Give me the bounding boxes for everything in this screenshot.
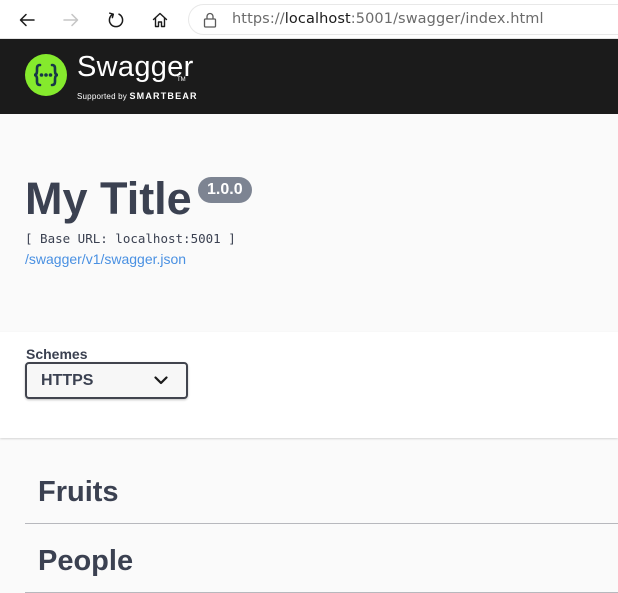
refresh-button[interactable] bbox=[102, 6, 130, 34]
schemes-container: Schemes HTTPS bbox=[0, 332, 618, 438]
version-badge: 1.0.0 bbox=[198, 177, 252, 203]
swagger-topbar: Swagger TM Supported by SMARTBEAR bbox=[0, 39, 618, 114]
base-url: [ Base URL: localhost:5001 ] bbox=[25, 231, 236, 246]
browser-toolbar: https://localhost:5001/swagger/index.htm… bbox=[0, 0, 618, 39]
arrow-left-icon bbox=[19, 13, 35, 27]
api-info: My Title 1.0.0 [ Base URL: localhost:500… bbox=[0, 114, 618, 332]
back-button[interactable] bbox=[13, 6, 41, 34]
chevron-down-icon bbox=[154, 376, 168, 385]
trademark-mark: TM bbox=[177, 77, 186, 83]
arrow-right-icon bbox=[63, 13, 79, 27]
url-host: localhost bbox=[284, 11, 351, 27]
tag-name: Fruits bbox=[38, 476, 119, 508]
home-icon bbox=[152, 12, 168, 28]
schemes-select[interactable]: HTTPS bbox=[25, 362, 188, 399]
tag-section-fruits[interactable]: Fruits bbox=[25, 455, 618, 524]
schemes-selected-value: HTTPS bbox=[41, 372, 94, 389]
smartbear-brand: SMARTBEAR bbox=[129, 91, 198, 101]
api-title: My Title bbox=[25, 173, 192, 224]
swagger-logo-icon bbox=[25, 54, 67, 96]
address-bar[interactable]: https://localhost:5001/swagger/index.htm… bbox=[188, 4, 618, 35]
curly-braces-icon bbox=[33, 63, 59, 87]
supported-by-label: Supported by bbox=[77, 92, 127, 101]
tag-section-people[interactable]: People bbox=[25, 524, 618, 593]
forward-button[interactable] bbox=[57, 6, 85, 34]
tag-name: People bbox=[38, 545, 134, 577]
swagger-json-link[interactable]: /swagger/v1/swagger.json bbox=[25, 251, 186, 267]
schemes-label: Schemes bbox=[26, 346, 88, 362]
url-prefix: https:// bbox=[232, 11, 285, 27]
refresh-icon bbox=[108, 12, 124, 28]
operation-tags: Fruits People bbox=[0, 438, 618, 593]
url-text: https://localhost:5001/swagger/index.htm… bbox=[232, 11, 544, 27]
url-path: :5001/swagger/index.html bbox=[350, 11, 544, 27]
lock-icon bbox=[203, 12, 217, 28]
supported-by-text: Supported by SMARTBEAR bbox=[77, 91, 198, 101]
home-button[interactable] bbox=[146, 6, 174, 34]
